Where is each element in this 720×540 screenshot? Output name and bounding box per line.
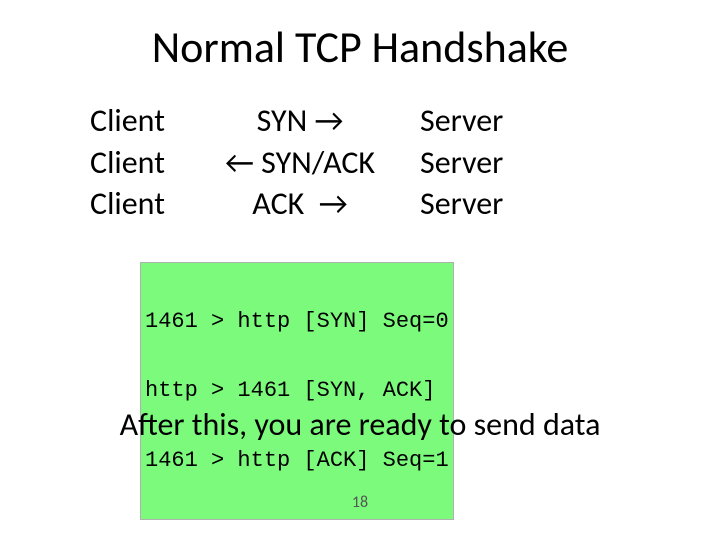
slide-title: Normal TCP Handshake bbox=[0, 20, 720, 74]
handshake-row: Client SYN → Server bbox=[90, 100, 540, 142]
capture-line: http > 1461 [SYN, ACK] bbox=[145, 379, 449, 402]
handshake-server: Server bbox=[400, 183, 540, 225]
footer-text: After this, you are ready to send data bbox=[0, 405, 720, 444]
handshake-direction: ← SYN/ACK bbox=[200, 142, 400, 184]
handshake-direction: ACK → bbox=[200, 183, 400, 225]
handshake-server: Server bbox=[400, 142, 540, 184]
handshake-list: Client SYN → Server Client ← SYN/ACK Ser… bbox=[90, 100, 540, 225]
handshake-row: Client ACK → Server bbox=[90, 183, 540, 225]
handshake-row: Client ← SYN/ACK Server bbox=[90, 142, 540, 184]
handshake-direction: SYN → bbox=[200, 100, 400, 142]
handshake-server: Server bbox=[400, 100, 540, 142]
slide: Normal TCP Handshake Client SYN → Server… bbox=[0, 0, 720, 540]
capture-line: 1461 > http [SYN] Seq=0 bbox=[145, 310, 449, 333]
page-number: 18 bbox=[0, 493, 720, 512]
capture-line: 1461 > http [ACK] Seq=1 bbox=[145, 449, 449, 472]
handshake-client: Client bbox=[90, 183, 200, 225]
handshake-client: Client bbox=[90, 100, 200, 142]
handshake-client: Client bbox=[90, 142, 200, 184]
packet-capture-block: 1461 > http [SYN] Seq=0 http > 1461 [SYN… bbox=[140, 262, 454, 520]
